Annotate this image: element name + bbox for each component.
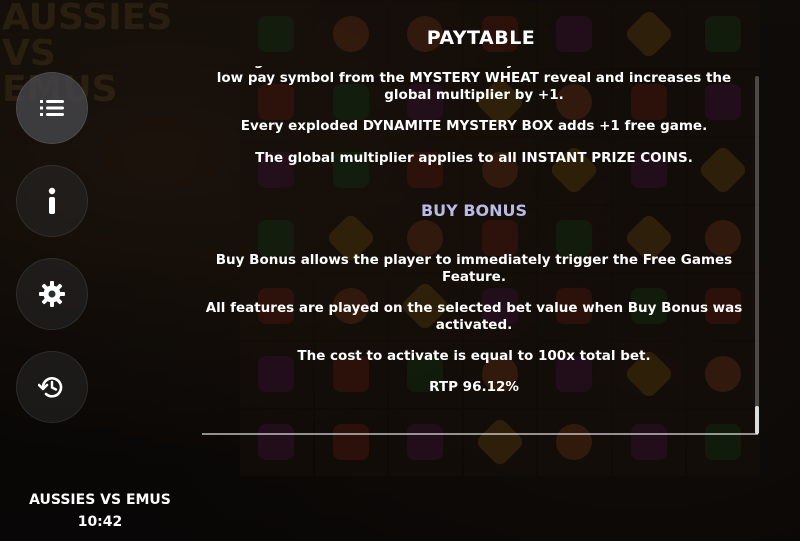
- divider: [202, 433, 758, 435]
- gear-icon: [39, 281, 65, 307]
- scrollbar[interactable]: [755, 76, 759, 434]
- info-icon: [48, 187, 56, 214]
- page-title: PAYTABLE: [426, 27, 536, 49]
- history-icon: [38, 377, 63, 398]
- paytable-button[interactable]: [16, 72, 88, 144]
- history-button[interactable]: [16, 351, 88, 423]
- scrollbar-thumb[interactable]: [755, 406, 759, 434]
- rtp-text: RTP 96.12%: [429, 379, 519, 395]
- paragraph-buy-bonus: Buy Bonus allows the player to immediate…: [215, 252, 733, 285]
- paragraph-bet-value: All features are played on the selected …: [205, 300, 743, 333]
- paragraph-dynamite: Every exploded DYNAMITE MYSTERY BOX adds…: [240, 118, 708, 134]
- paragraph-cost: The cost to activate is equal to 100x to…: [297, 348, 651, 364]
- clock: 10:42: [77, 514, 123, 530]
- list-icon: [40, 100, 64, 116]
- game-name: AUSSIES VS EMUS: [29, 492, 171, 508]
- info-button[interactable]: [16, 165, 88, 237]
- paytable-content[interactable]: During the FREE GAMES FEATURE every 3 bo…: [200, 66, 748, 430]
- settings-button[interactable]: [16, 258, 88, 330]
- paragraph-free-games: During the FREE GAMES FEATURE every 3 bo…: [212, 66, 736, 103]
- paragraph-multiplier: The global multiplier applies to all INS…: [255, 150, 693, 166]
- section-heading-buy-bonus: BUY BONUS: [420, 201, 528, 220]
